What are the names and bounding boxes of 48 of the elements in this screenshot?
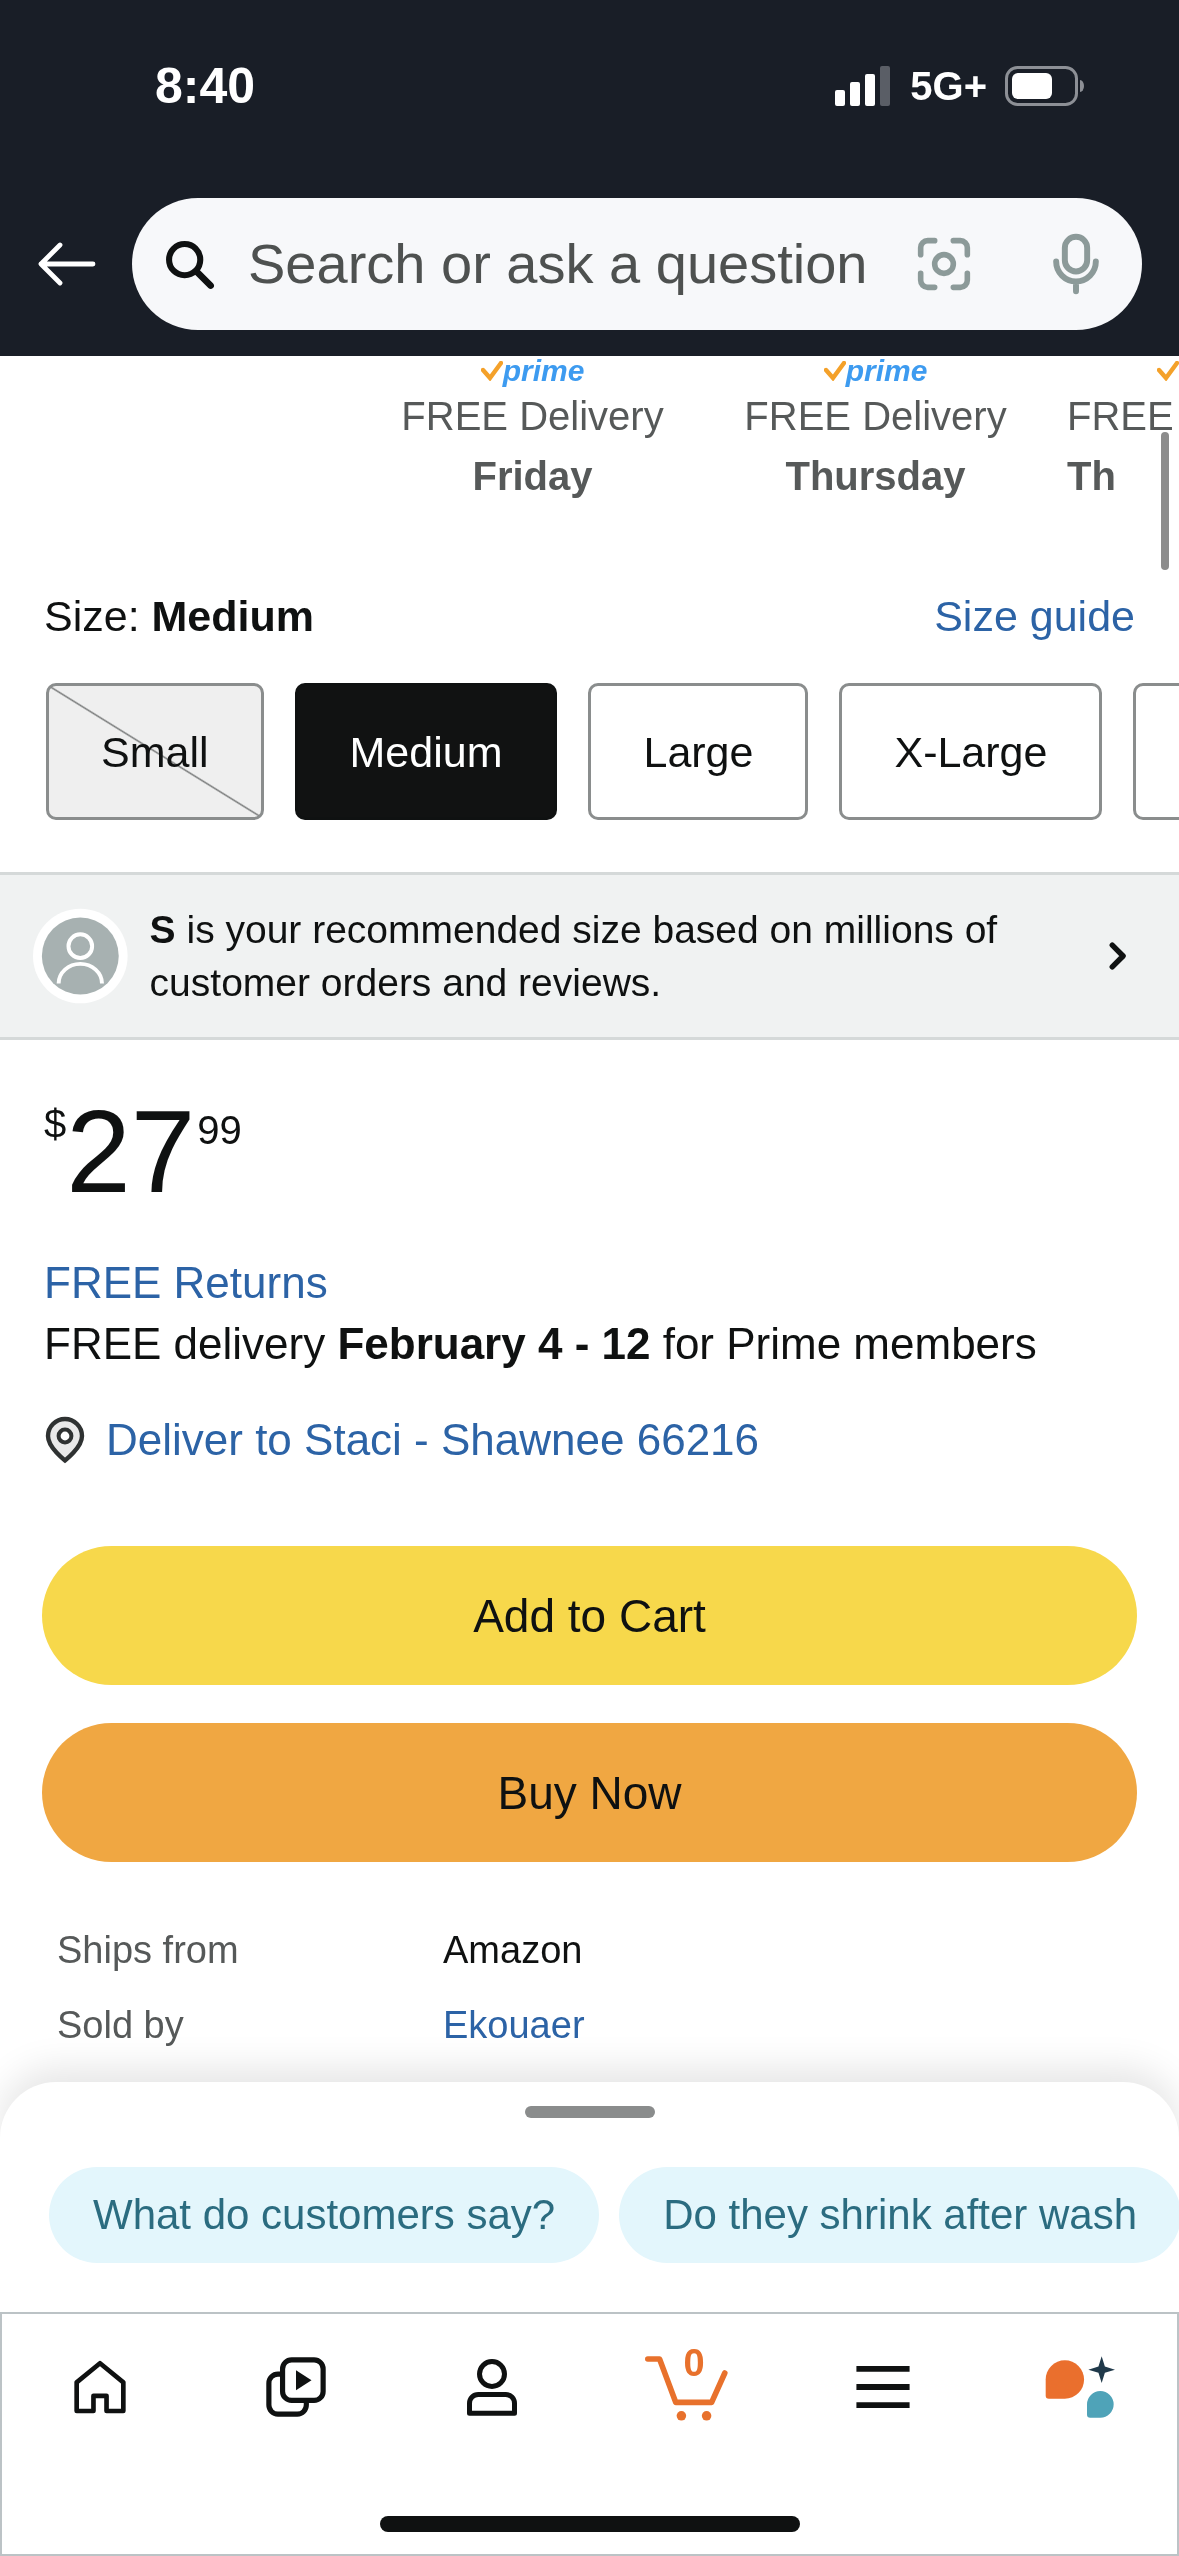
- add-to-cart-button[interactable]: Add to Cart: [42, 1546, 1137, 1685]
- signal-icon: [835, 66, 893, 106]
- delivery-day: Thursday: [785, 448, 966, 504]
- logo-wordmark: prime: [845, 356, 928, 386]
- suggestion-chip[interactable]: Do they shrink after wash: [619, 2167, 1179, 2263]
- delivery-date-text: FREE delivery February 4 - 12 for Prime members: [44, 1318, 1037, 1370]
- logo-wordmark: prime: [502, 356, 585, 386]
- video-library-icon: [264, 2356, 327, 2418]
- network-label: 5G+: [910, 63, 987, 110]
- home-icon: [71, 2360, 128, 2414]
- delivery-label: FREE: [1067, 393, 1174, 440]
- size-option[interactable]: Medium: [294, 683, 558, 820]
- suggestion-chip[interactable]: What do customers say?: [49, 2167, 600, 2263]
- chat-sparkle-icon: [1043, 2355, 1116, 2419]
- cart-count: 0: [683, 2343, 705, 2383]
- price-currency: $: [44, 1104, 67, 1144]
- size-option[interactable]: X-Large: [839, 683, 1103, 820]
- size-heading: Size: Medium: [44, 591, 314, 642]
- search-input[interactable]: Search or ask a question: [248, 229, 916, 299]
- size-option[interactable]: Small: [46, 683, 264, 820]
- buy-now-button[interactable]: Buy Now: [42, 1723, 1137, 1862]
- deliver-to-link[interactable]: Deliver to Staci - Shawnee 66216: [106, 1413, 760, 1467]
- drag-handle[interactable]: [524, 2106, 655, 2118]
- search-field[interactable]: Search or ask a question: [132, 198, 1142, 330]
- location-pin-icon: [44, 1416, 86, 1464]
- delivery-label: FREE Delivery: [401, 393, 664, 440]
- menu-icon: [854, 2364, 913, 2410]
- status-time: 8:40: [155, 57, 256, 116]
- delivery-day: Friday: [472, 448, 593, 504]
- recommendation-banner[interactable]: S is your recommended size based on millions of customer orders and reviews.: [0, 872, 1179, 1040]
- microphone-icon[interactable]: [1051, 233, 1101, 295]
- battery-icon: [1005, 66, 1085, 106]
- price-whole: 27: [66, 1102, 196, 1202]
- price-fraction: 99: [197, 1110, 242, 1150]
- size-guide-link[interactable]: Size guide: [934, 588, 1135, 644]
- recommendation-text: S is your recommended size based on millions of customer orders and reviews.: [149, 907, 999, 1006]
- seller-link[interactable]: Ekouaer: [443, 2000, 585, 2050]
- back-arrow-icon: [36, 242, 96, 286]
- search-icon: [163, 238, 215, 290]
- avatar-icon: [33, 908, 128, 1004]
- size-option[interactable]: Large: [588, 683, 809, 820]
- info-label: Sold by: [57, 2003, 184, 2048]
- info-value: Amazon: [443, 1928, 583, 1973]
- delivery-label: FREE Delivery: [744, 393, 1007, 440]
- camera-icon[interactable]: [916, 236, 972, 292]
- delivery-day: Th: [1067, 448, 1116, 504]
- returns-link[interactable]: FREE Returns: [44, 1256, 328, 1310]
- info-label: Ships from: [57, 1928, 239, 1973]
